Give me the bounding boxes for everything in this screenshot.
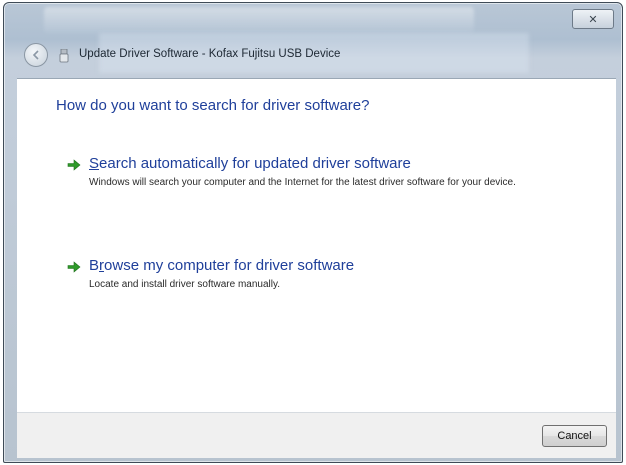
option-browse-computer-description: Locate and install driver software manua… (89, 279, 281, 290)
option-label-prefix: B (89, 257, 100, 274)
option-search-automatically-label[interactable]: Search automatically for updated driver … (89, 155, 411, 172)
green-arrow-icon (67, 159, 81, 171)
page-heading: How do you want to search for driver sof… (56, 97, 370, 114)
option-search-automatically-description: Windows will search your computer and th… (89, 177, 516, 188)
window-title: Update Driver Software - Kofax Fujitsu U… (79, 48, 341, 60)
green-arrow-icon (67, 261, 81, 273)
hotkey-letter: S (89, 155, 100, 172)
cancel-button[interactable]: Cancel (542, 425, 607, 447)
option-browse-computer-label[interactable]: Browse my computer for driver software (89, 257, 354, 274)
back-arrow-icon (32, 50, 39, 60)
option-label-text: earch automatically for updated driver s… (99, 155, 411, 172)
close-button[interactable]: ✕ (572, 9, 614, 29)
background-window-reflection (44, 7, 474, 33)
dialog-footer: Cancel (17, 412, 616, 458)
usb-device-icon (59, 49, 69, 63)
back-button[interactable] (24, 43, 48, 67)
dialog-window: ✕ Update Driver Software - Kofax Fujitsu… (3, 2, 623, 463)
close-icon: ✕ (588, 13, 598, 26)
content-panel: How do you want to search for driver sof… (17, 78, 616, 412)
option-label-text: owse my computer for driver software (104, 257, 355, 274)
